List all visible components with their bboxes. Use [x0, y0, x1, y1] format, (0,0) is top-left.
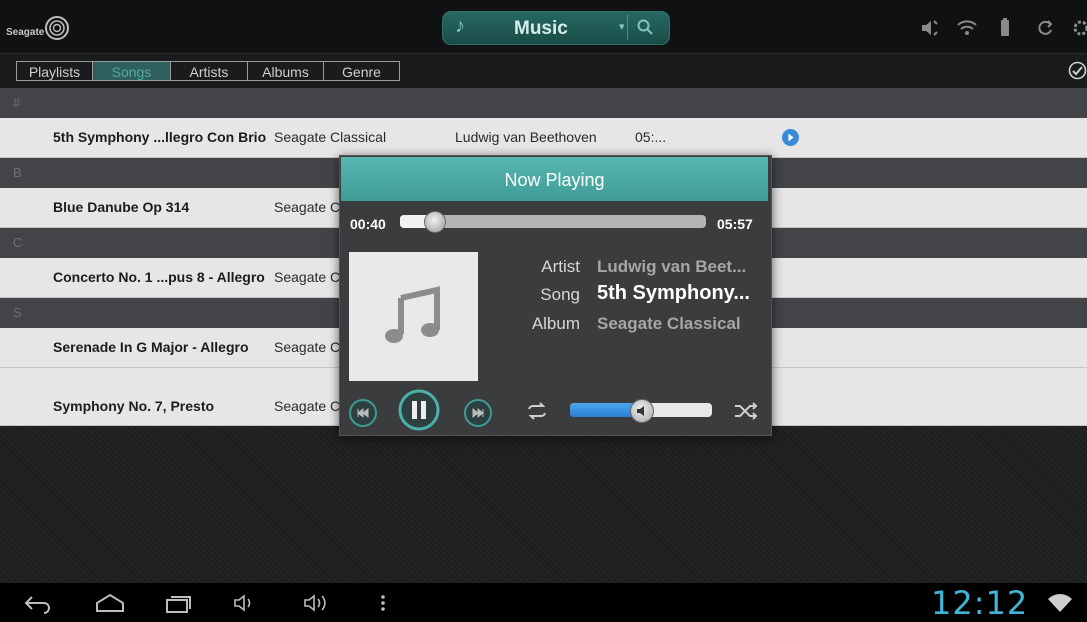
song-title: Symphony No. 7, Presto: [53, 398, 215, 414]
section-letter: S: [13, 305, 22, 320]
home-icon[interactable]: [93, 592, 127, 614]
volume-up-icon[interactable]: [302, 593, 332, 613]
back-icon[interactable]: [22, 592, 52, 614]
section-letter: #: [13, 95, 21, 110]
speaker-icon: [637, 406, 644, 416]
settings-gear-icon[interactable]: [1070, 17, 1087, 39]
dropdown-arrow-icon[interactable]: ▾: [619, 20, 625, 33]
song-label: Song: [540, 285, 580, 304]
section-title[interactable]: Music: [514, 18, 568, 40]
tab-genre[interactable]: Genre: [324, 61, 400, 81]
song-title: Serenade In G Major - Allegro: [53, 339, 249, 355]
album-value: Seagate Classical: [597, 314, 741, 333]
progress-thumb[interactable]: [424, 211, 446, 233]
menu-overflow-icon[interactable]: [378, 592, 388, 614]
album-label: Album: [531, 314, 580, 333]
song-album: Seagate C: [274, 398, 341, 414]
wifi-icon[interactable]: [956, 17, 978, 39]
sync-icon[interactable]: [1034, 17, 1056, 39]
song-duration: 05:...: [635, 129, 667, 145]
wifi-signal-icon[interactable]: [1047, 593, 1073, 613]
song-title: Blue Danube Op 314: [53, 199, 190, 215]
song-album: Seagate Classical: [274, 129, 387, 145]
song-album: Seagate C: [274, 339, 341, 355]
song-title: Concerto No. 1 ...pus 8 - Allegro: [53, 269, 265, 285]
recent-apps-icon[interactable]: [164, 592, 194, 614]
song-row[interactable]: 5th Symphony ...llegro Con Brio Seagate …: [0, 118, 1087, 158]
pill-divider: [627, 14, 628, 40]
artist-label: Artist: [541, 257, 580, 276]
shuffle-icon[interactable]: [733, 401, 759, 421]
clock[interactable]: 12:12: [931, 584, 1028, 622]
dialog-title: Now Playing: [504, 170, 605, 190]
song-title: 5th Symphony ...llegro Con Brio: [53, 129, 267, 145]
next-track-icon[interactable]: [463, 398, 493, 428]
seagate-logo-icon: [45, 16, 69, 40]
song-album: Seagate C: [274, 269, 341, 285]
pause-icon[interactable]: [398, 389, 440, 431]
section-letter: C: [13, 235, 23, 250]
previous-track-icon[interactable]: [348, 398, 378, 428]
music-speaker-icon[interactable]: [918, 17, 940, 39]
song-artist: Ludwig van Beethoven: [455, 129, 597, 145]
repeat-icon[interactable]: [524, 401, 550, 421]
battery-icon[interactable]: [994, 17, 1016, 39]
volume-down-icon[interactable]: [232, 593, 258, 613]
tab-playlists[interactable]: Playlists: [16, 61, 93, 81]
song-album: Seagate C: [274, 199, 341, 215]
app-logo-text: Seagate: [6, 27, 45, 38]
elapsed-time: 00:40: [350, 216, 386, 232]
tab-artists[interactable]: Artists: [171, 61, 248, 81]
search-icon[interactable]: [636, 18, 654, 36]
total-time: 05:57: [717, 216, 753, 232]
select-check-icon[interactable]: [1068, 61, 1087, 80]
album-art: [349, 252, 478, 381]
volume-thumb[interactable]: [630, 399, 654, 423]
tab-albums[interactable]: Albums: [248, 61, 324, 81]
list-empty-area: [0, 426, 1087, 583]
section-header-hash: #: [0, 88, 1087, 118]
music-note-icon: ♪: [455, 15, 465, 37]
music-note-icon: [385, 286, 440, 343]
tab-songs[interactable]: Songs: [93, 61, 171, 81]
section-letter: B: [13, 165, 22, 180]
song-value: 5th Symphony...: [597, 282, 750, 304]
artist-value: Ludwig van Beet...: [597, 257, 747, 276]
now-playing-indicator-icon: [782, 129, 799, 146]
